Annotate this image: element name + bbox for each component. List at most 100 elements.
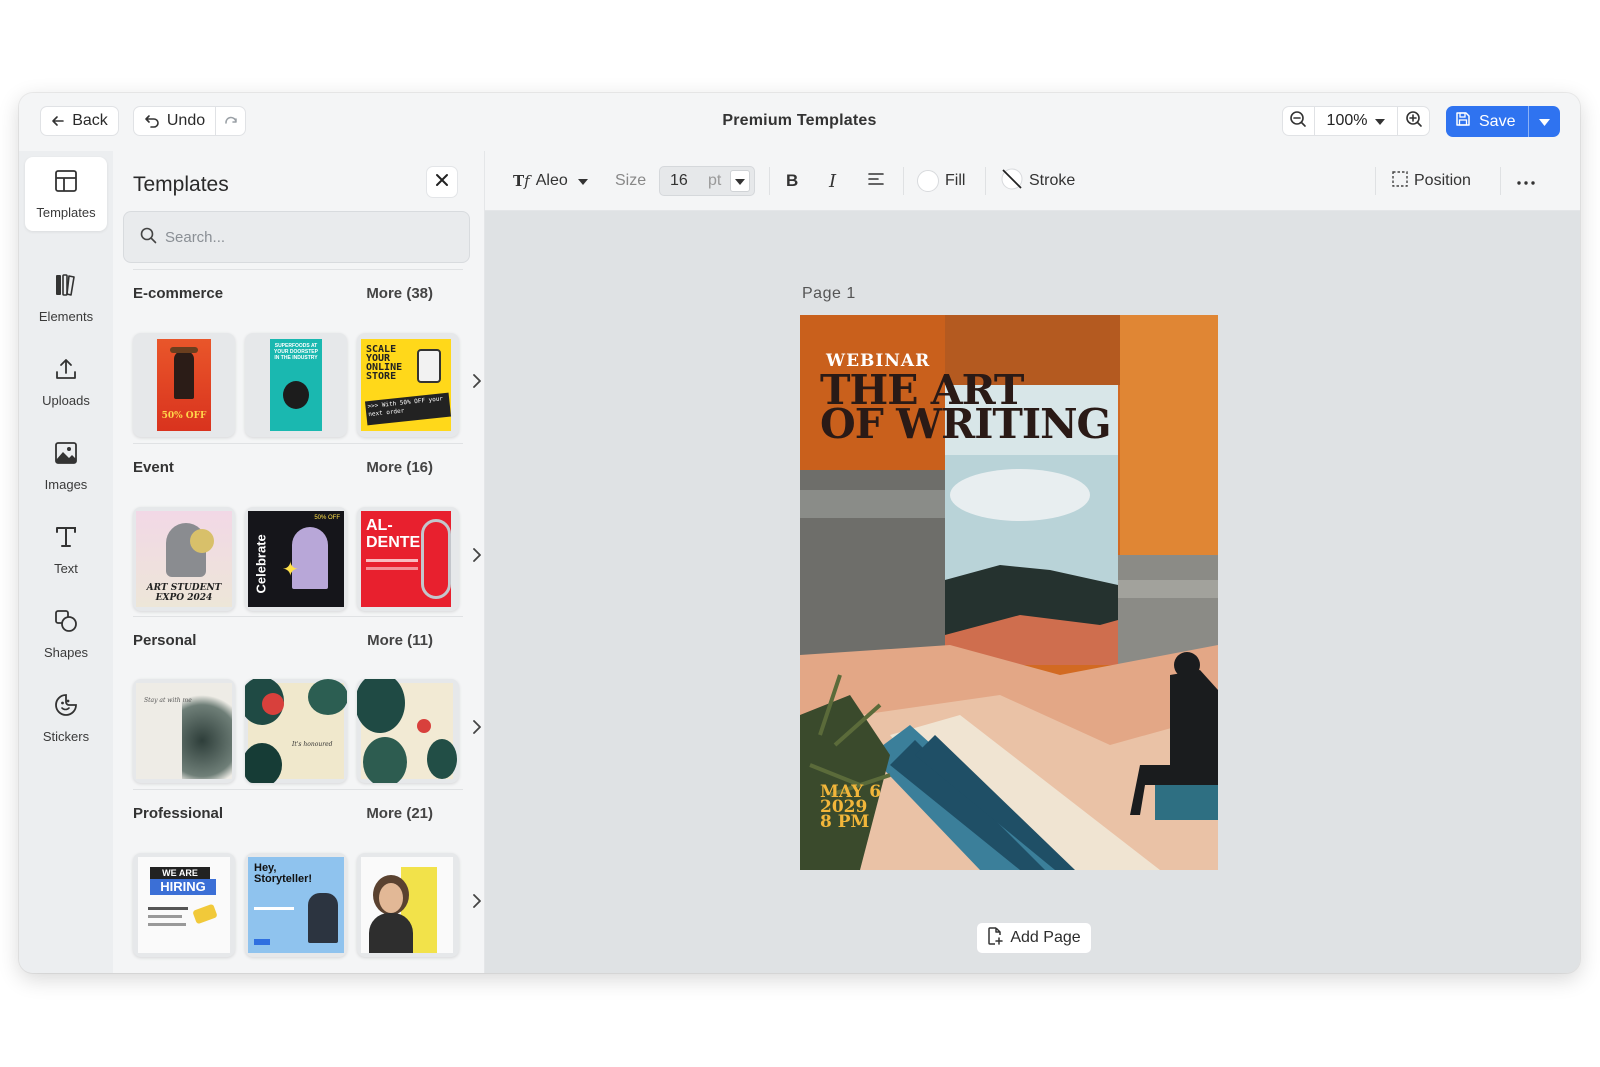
font-size-field[interactable]: 16 pt: [659, 166, 755, 196]
image-icon: [54, 441, 78, 468]
rail-label: Templates: [36, 204, 96, 220]
template-thumb[interactable]: ART STUDENT EXPO 2024: [133, 507, 235, 611]
close-panel-button[interactable]: [426, 166, 458, 198]
thumb-row-personal: Stay at with me It's honoured: [133, 679, 481, 783]
align-button[interactable]: [868, 151, 884, 211]
template-thumb[interactable]: SUPERFOODS AT YOUR DOORSTEP IN THE INDUS…: [245, 333, 347, 437]
thumb-art: WE ARE HIRING: [138, 857, 230, 953]
template-thumb[interactable]: [357, 679, 459, 783]
template-thumb[interactable]: 50% OFF: [133, 333, 235, 437]
stroke-label: Stroke: [1029, 172, 1076, 189]
divider: [1500, 167, 1501, 195]
save-button-group: Save: [1446, 106, 1560, 137]
thumb-art: It's honoured: [245, 679, 347, 783]
template-thumb[interactable]: Stay at with me: [133, 679, 235, 783]
font-size-unit: pt: [708, 172, 722, 189]
font-family-select[interactable]: Tf Aleo: [513, 151, 588, 211]
poster-date[interactable]: MAY 6 2029 8 PM: [820, 784, 881, 832]
more-link[interactable]: More (11): [367, 632, 433, 649]
section-header-professional: Professional More (21): [133, 805, 433, 822]
chevron-right-icon: [473, 373, 481, 393]
scroll-right-button[interactable]: [469, 719, 485, 739]
section-header-personal: Personal More (11): [133, 632, 433, 649]
save-disk-icon: [1455, 111, 1471, 132]
save-button[interactable]: Save: [1446, 106, 1528, 137]
more-options-button[interactable]: [1517, 151, 1535, 211]
rail-label: Images: [44, 476, 88, 492]
search-box[interactable]: Search...: [123, 211, 470, 263]
font-icon: Tf: [513, 172, 530, 190]
italic-icon: I: [829, 170, 837, 192]
rail-label: Uploads: [42, 392, 90, 408]
rail-label: Elements: [38, 308, 94, 324]
add-page-button[interactable]: Add Page: [976, 922, 1092, 954]
template-thumb[interactable]: Hey, Storyteller!: [245, 853, 347, 957]
rail-item-stickers[interactable]: Stickers: [25, 681, 107, 755]
thumb-text: AL-DENTE: [366, 517, 421, 551]
bold-button[interactable]: B: [786, 151, 798, 211]
section-title: E-commerce: [133, 285, 224, 302]
rail-item-elements[interactable]: Elements: [25, 261, 107, 335]
rail-item-templates[interactable]: Templates: [25, 157, 107, 231]
zoom-in-button[interactable]: [1398, 107, 1429, 135]
thumb-row-event: ART STUDENT EXPO 2024 Celebrate ✦ 50% OF…: [133, 507, 481, 611]
template-thumb[interactable]: WE ARE HIRING: [133, 853, 235, 957]
thumb-text: It's honoured: [292, 741, 333, 748]
shapes-icon: [54, 609, 78, 636]
search-placeholder: Search...: [165, 228, 226, 246]
more-link[interactable]: More (21): [366, 805, 433, 822]
template-thumb[interactable]: Celebrate ✦ 50% OFF: [245, 507, 347, 611]
align-left-icon: [868, 172, 884, 191]
size-dropdown-button[interactable]: [730, 170, 750, 192]
section-header-ecommerce: E-commerce More (38): [133, 285, 433, 302]
scroll-right-button[interactable]: [469, 373, 485, 393]
text-icon: [54, 525, 78, 552]
sticker-icon: [54, 693, 78, 720]
rail-item-shapes[interactable]: Shapes: [25, 597, 107, 671]
thumb-text: ART STUDENT EXPO 2024: [146, 583, 222, 603]
save-options-button[interactable]: [1529, 106, 1560, 137]
zoom-out-button[interactable]: [1283, 107, 1314, 135]
scroll-right-button[interactable]: [469, 547, 485, 567]
divider: [133, 269, 463, 270]
thumb-text: Celebrate: [253, 534, 269, 594]
thumb-art: AL-DENTE: [361, 511, 451, 607]
poster-page[interactable]: WEBINAR THE ART OF WRITING MAY 6 2029 8 …: [800, 315, 1218, 870]
template-thumb[interactable]: AL-DENTE: [357, 507, 459, 611]
close-icon: [435, 173, 449, 192]
template-thumb[interactable]: [357, 853, 459, 957]
thumb-subtext: 50% OFF: [314, 515, 340, 521]
elements-icon: [54, 273, 78, 300]
position-button[interactable]: Position: [1392, 151, 1471, 211]
poster-date-line3: 8 PM: [820, 812, 870, 832]
canvas-area: Page 1 WEBINAR THE ART OF WRITING MAY 6 …: [485, 211, 1580, 973]
zoom-value: 100%: [1326, 112, 1368, 129]
rail-label: Stickers: [42, 728, 90, 744]
fill-button[interactable]: Fill: [917, 151, 965, 211]
italic-button[interactable]: I: [829, 151, 836, 211]
caret-down-icon: [1375, 112, 1386, 130]
template-thumb[interactable]: It's honoured: [245, 679, 347, 783]
rail-item-text[interactable]: Text: [25, 513, 107, 587]
rail-item-images[interactable]: Images: [25, 429, 107, 503]
font-name: Aleo: [535, 172, 568, 189]
chevron-right-icon: [473, 893, 481, 913]
thumb-text: Stay at with me: [144, 697, 192, 704]
app-window: Back Undo Premium Templates 100% Save Te…: [19, 93, 1580, 973]
more-link[interactable]: More (16): [366, 459, 433, 476]
thumb-row-professional: WE ARE HIRING Hey, Storyteller!: [133, 853, 481, 957]
zoom-select[interactable]: 100%: [1315, 107, 1397, 135]
divider: [133, 789, 463, 790]
stroke-button[interactable]: Stroke: [1001, 151, 1075, 211]
rail-item-uploads[interactable]: Uploads: [25, 345, 107, 419]
scroll-right-button[interactable]: [469, 893, 485, 913]
rail-label: Shapes: [43, 644, 89, 660]
caret-down-icon: [735, 172, 745, 190]
more-horizontal-icon: [1517, 172, 1535, 190]
template-thumb[interactable]: SCALE YOUR ONLINE STORE >>> With 50% OFF…: [357, 333, 459, 437]
divider: [133, 616, 463, 617]
divider: [903, 167, 904, 195]
more-link[interactable]: More (38): [366, 285, 433, 302]
thumb-row-ecommerce: 50% OFF SUPERFOODS AT YOUR DOORSTEP IN T…: [133, 333, 481, 437]
poster-title[interactable]: THE ART OF WRITING: [820, 370, 1112, 445]
